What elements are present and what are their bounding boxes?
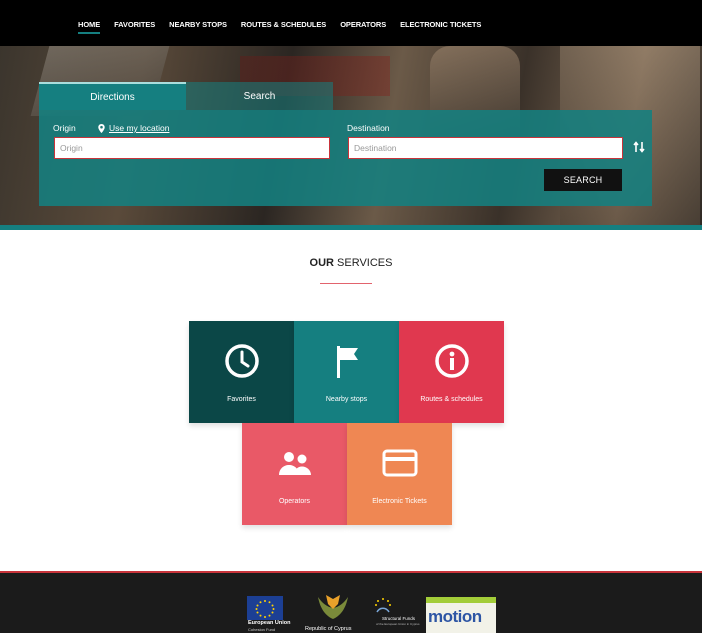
top-nav: HOME FAVORITES NEARBY STOPS ROUTES & SCH…	[0, 0, 702, 46]
service-tile-label: Nearby stops	[325, 396, 368, 403]
flag-icon	[336, 346, 358, 378]
destination-label: Destination	[347, 123, 390, 133]
hero-bottom-bar	[0, 225, 702, 230]
motion-logo-text: motion	[428, 607, 482, 626]
card-icon	[382, 449, 417, 477]
service-tile-label: Operators	[278, 498, 311, 505]
service-tile-label: Routes & schedules	[420, 396, 483, 403]
services-title-rest: SERVICES	[333, 257, 393, 269]
services-title-bold: OUR	[309, 257, 334, 269]
people-icon	[278, 452, 311, 475]
location-pin-icon	[98, 123, 105, 133]
eu-flag-logo	[247, 596, 283, 620]
nav-operators[interactable]: OPERATORS	[340, 0, 386, 46]
structural-funds-emblem-icon	[375, 598, 391, 613]
nav-nearby-stops[interactable]: NEARBY STOPS	[169, 0, 227, 46]
origin-input[interactable]	[54, 137, 330, 159]
use-my-location-text: Use my location	[109, 123, 170, 133]
motion-logo: motion	[426, 597, 496, 633]
eu-sublabel: Cohesion Fund	[248, 627, 276, 632]
services-divider	[320, 283, 372, 284]
structural-funds-label: Structural Funds	[382, 616, 416, 621]
page: HOME FAVORITES NEARBY STOPS ROUTES & SCH…	[0, 0, 702, 633]
services-title: OUR SERVICES	[0, 257, 702, 269]
destination-input[interactable]	[348, 137, 623, 159]
service-tile-electronic-tickets[interactable]: Electronic Tickets	[347, 423, 452, 525]
origin-label: Origin	[53, 123, 76, 133]
use-my-location-link[interactable]: Use my location	[98, 123, 169, 133]
cyprus-label: Republic of Cyprus	[305, 626, 352, 632]
service-tile-label: Electronic Tickets	[372, 498, 427, 505]
nav-favorites[interactable]: FAVORITES	[114, 0, 155, 46]
info-icon	[434, 344, 469, 378]
nav-electronic-tickets[interactable]: ELECTRONIC TICKETS	[400, 0, 481, 46]
service-tile-favorites[interactable]: Favorites	[189, 321, 294, 423]
swap-arrows-icon[interactable]	[633, 141, 645, 153]
tab-directions[interactable]: Directions	[39, 82, 186, 110]
clock-icon	[224, 344, 259, 378]
service-tile-operators[interactable]: Operators	[242, 423, 347, 525]
nav-home[interactable]: HOME	[78, 0, 101, 46]
eu-stars-icon	[255, 600, 275, 618]
search-tabs: Directions Search	[39, 82, 333, 110]
cyprus-emblem-icon	[318, 595, 348, 619]
nav-routes-schedules[interactable]: ROUTES & SCHEDULES	[241, 0, 326, 46]
eu-label: European Union	[248, 620, 291, 626]
search-button[interactable]: SEARCH	[544, 169, 622, 191]
structural-funds-sublabel: of the European Union in Cyprus	[376, 622, 420, 626]
service-tile-routes-schedules[interactable]: Routes & schedules	[399, 321, 504, 423]
footer	[0, 571, 702, 633]
service-tile-label: Favorites	[227, 396, 256, 403]
service-tile-nearby-stops[interactable]: Nearby stops	[294, 321, 399, 423]
tab-search[interactable]: Search	[186, 82, 333, 110]
